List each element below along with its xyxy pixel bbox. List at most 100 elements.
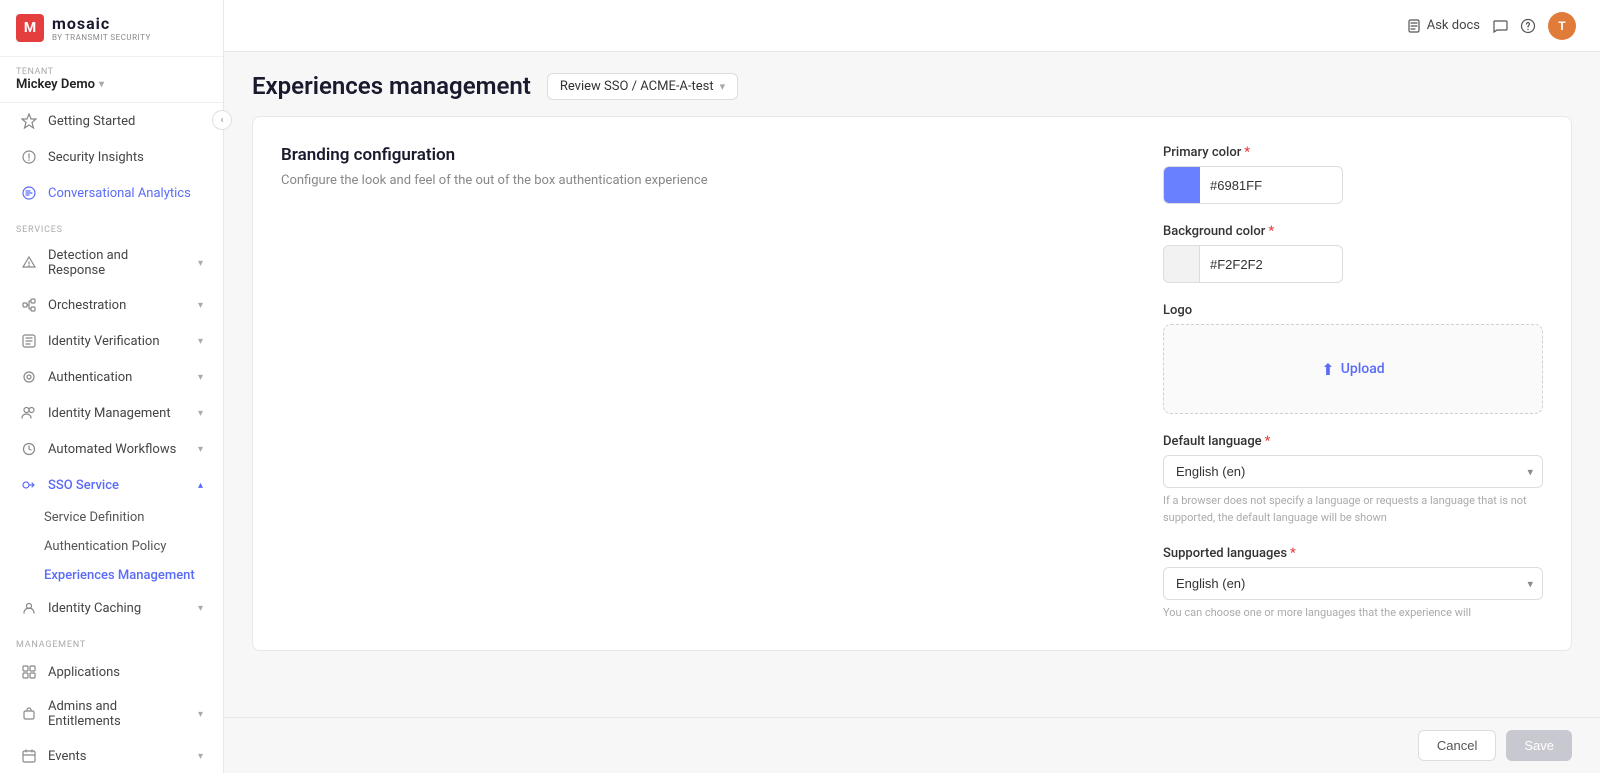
sidebar-item-label: Identity Verification <box>48 334 160 349</box>
identity-management-icon <box>20 404 38 422</box>
sidebar-item-identity-verification[interactable]: Identity Verification ▾ <box>4 324 219 358</box>
events-icon <box>20 747 38 765</box>
sidebar-subitem-authentication-policy[interactable]: Authentication Policy <box>0 532 223 561</box>
sidebar-item-label: SSO Service <box>48 478 119 493</box>
upload-icon: ⬆ <box>1321 360 1334 379</box>
default-language-label: Default language * <box>1163 434 1543 449</box>
sidebar-item-sso-service[interactable]: SSO Service ▴ <box>4 468 219 502</box>
chevron-down-icon: ▾ <box>198 603 203 614</box>
tenant-chevron-icon: ▾ <box>99 79 104 90</box>
upload-label: Upload <box>1341 361 1385 377</box>
required-indicator: * <box>1244 145 1250 160</box>
chevron-down-icon: ▾ <box>198 372 203 383</box>
default-language-select-wrapper: English (en) <box>1163 455 1543 488</box>
sidebar-item-label: Conversational Analytics <box>48 186 191 201</box>
upload-button[interactable]: ⬆ Upload <box>1321 360 1384 379</box>
docs-icon <box>1408 19 1422 33</box>
mosaic-brand: mosaic by transmit security <box>52 14 151 42</box>
help-button[interactable] <box>1520 18 1536 34</box>
logo-upload-area[interactable]: ⬆ Upload <box>1163 324 1543 414</box>
primary-color-swatch[interactable] <box>1164 167 1200 203</box>
sidebar-item-label: Events <box>48 749 86 764</box>
sub-item-label: Experiences Management <box>44 568 195 583</box>
sidebar-item-events[interactable]: Events ▾ <box>4 739 219 773</box>
main-content: Ask docs T Experiences management Review… <box>224 0 1600 773</box>
primary-color-field: Primary color * <box>1163 145 1543 204</box>
user-avatar[interactable]: T <box>1548 12 1576 40</box>
card-left: Branding configuration Configure the loo… <box>281 145 1115 622</box>
sidebar-item-identity-caching[interactable]: Identity Caching ▾ <box>4 591 219 625</box>
background-color-swatch[interactable] <box>1164 246 1200 282</box>
supported-languages-select-wrapper: English (en) <box>1163 567 1543 600</box>
sidebar-item-applications[interactable]: Applications <box>4 655 219 689</box>
section-desc: Configure the look and feel of the out o… <box>281 173 1115 188</box>
required-indicator: * <box>1265 434 1271 449</box>
sidebar-item-label: Applications <box>48 665 120 680</box>
topbar: Ask docs T <box>224 0 1600 52</box>
sso-icon <box>20 476 38 494</box>
background-color-input-row <box>1163 245 1343 283</box>
sidebar-item-conversational-analytics[interactable]: Conversational Analytics <box>4 176 219 210</box>
sidebar: M mosaic by transmit security TENANT Mic… <box>0 0 224 773</box>
supported-languages-hint: You can choose one or more languages tha… <box>1163 605 1543 622</box>
sidebar-item-label: Security Insights <box>48 150 144 165</box>
conversational-analytics-icon <box>20 184 38 202</box>
authentication-icon <box>20 368 38 386</box>
sidebar-item-label: Admins and Entitlements <box>48 699 188 729</box>
logo-area: M mosaic by transmit security <box>0 0 223 57</box>
ask-docs-button[interactable]: Ask docs <box>1408 18 1480 33</box>
chat-button[interactable] <box>1492 18 1508 34</box>
chevron-down-icon: ▾ <box>198 709 203 720</box>
default-language-select[interactable]: English (en) <box>1163 455 1543 488</box>
chevron-down-icon: ▾ <box>198 408 203 419</box>
sidebar-item-admins-entitlements[interactable]: Admins and Entitlements ▾ <box>4 691 219 737</box>
help-icon <box>1520 18 1536 34</box>
required-indicator: * <box>1290 546 1296 561</box>
chevron-up-icon: ▴ <box>198 480 203 491</box>
default-language-field: Default language * English (en) If a bro… <box>1163 434 1543 526</box>
sidebar-subitem-experiences-management[interactable]: Experiences Management <box>0 561 223 590</box>
getting-started-icon <box>20 112 38 130</box>
page-header: Experiences management Review SSO / ACME… <box>224 52 1600 116</box>
background-color-hex-input[interactable] <box>1200 257 1343 272</box>
sidebar-item-label: Identity Management <box>48 406 171 421</box>
save-button[interactable]: Save <box>1506 730 1572 761</box>
chevron-down-icon: ▾ <box>198 444 203 455</box>
security-insights-icon <box>20 148 38 166</box>
background-color-field: Background color * <box>1163 224 1543 283</box>
sidebar-item-label: Getting Started <box>48 114 135 129</box>
sidebar-item-automated-workflows[interactable]: Automated Workflows ▾ <box>4 432 219 466</box>
sidebar-item-orchestration[interactable]: Orchestration ▾ <box>4 288 219 322</box>
services-section-label: SERVICES <box>0 211 223 239</box>
breadcrumb-select[interactable]: Review SSO / ACME-A-test ▾ <box>547 73 738 100</box>
primary-color-hex-input[interactable] <box>1200 178 1343 193</box>
ask-docs-label: Ask docs <box>1427 18 1480 33</box>
tenant-name[interactable]: Mickey Demo ▾ <box>16 77 207 92</box>
breadcrumb-chevron-icon: ▾ <box>720 80 726 93</box>
chevron-down-icon: ▾ <box>198 258 203 269</box>
card-right: Primary color * Background color * <box>1163 145 1543 622</box>
sidebar-item-security-insights[interactable]: Security Insights <box>4 140 219 174</box>
admins-icon <box>20 705 38 723</box>
sidebar-subitem-service-definition[interactable]: Service Definition <box>0 503 223 532</box>
branding-card: Branding configuration Configure the loo… <box>252 116 1572 651</box>
chat-icon <box>1492 18 1508 34</box>
identity-caching-icon <box>20 599 38 617</box>
avatar-letter: T <box>1558 19 1565 33</box>
tenant-section: TENANT Mickey Demo ▾ <box>0 57 223 103</box>
default-language-hint: If a browser does not specify a language… <box>1163 493 1543 526</box>
sidebar-item-detection-response[interactable]: Detection and Response ▾ <box>4 240 219 286</box>
sidebar-item-identity-management[interactable]: Identity Management ▾ <box>4 396 219 430</box>
cancel-button[interactable]: Cancel <box>1418 730 1496 761</box>
supported-languages-select[interactable]: English (en) <box>1163 567 1543 600</box>
sub-item-label: Service Definition <box>44 510 145 525</box>
required-indicator: * <box>1268 224 1274 239</box>
section-title: Branding configuration <box>281 145 1115 165</box>
automated-workflows-icon <box>20 440 38 458</box>
sidebar-collapse-button[interactable]: ‹ <box>212 110 232 130</box>
sidebar-item-authentication[interactable]: Authentication ▾ <box>4 360 219 394</box>
sub-item-label: Authentication Policy <box>44 539 166 554</box>
identity-verification-icon <box>20 332 38 350</box>
sidebar-item-getting-started[interactable]: Getting Started <box>4 104 219 138</box>
brand-name: mosaic <box>52 14 110 33</box>
